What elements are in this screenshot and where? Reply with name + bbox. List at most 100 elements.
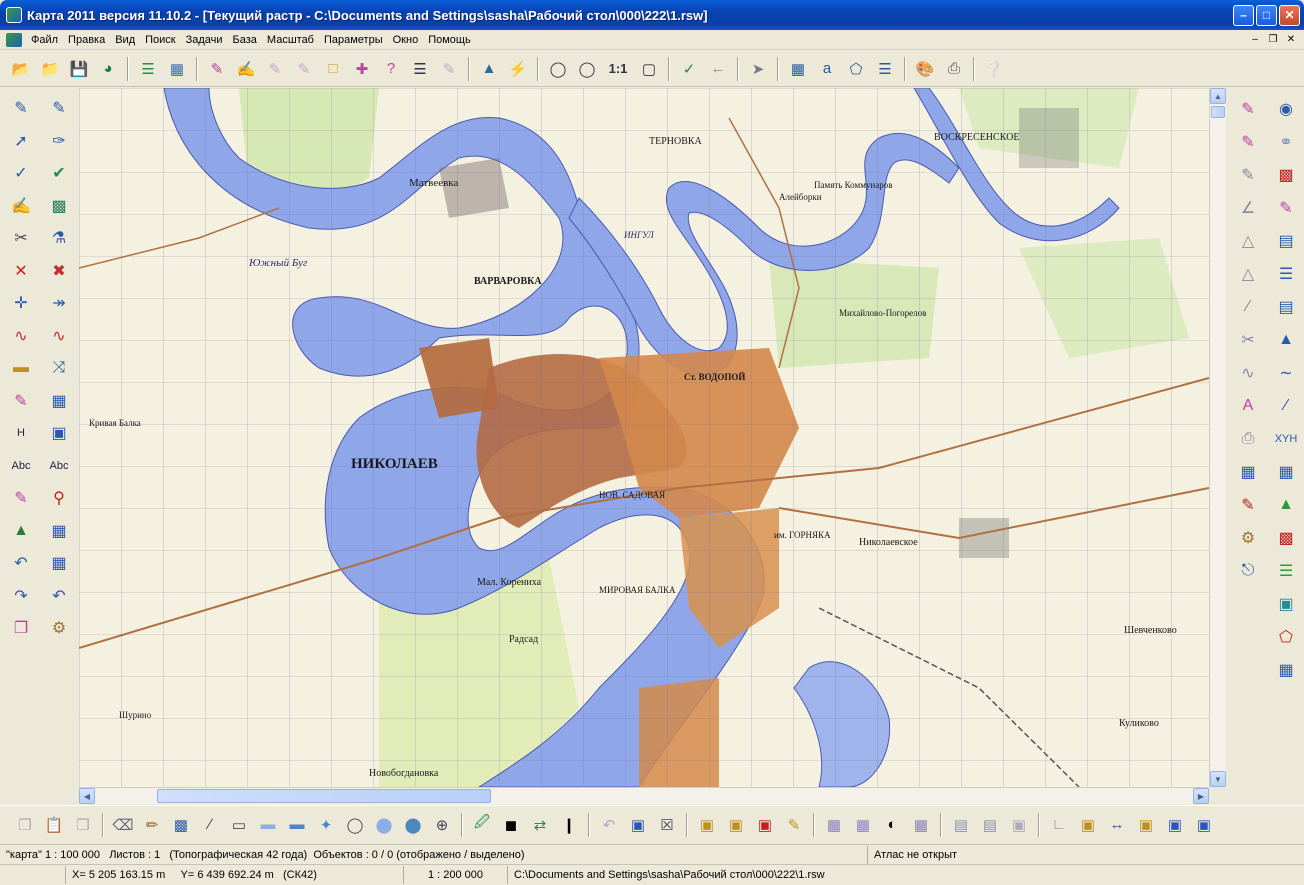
terrain-3d-icon[interactable]: ▲ <box>1267 488 1304 521</box>
select-area-disabled-icon[interactable]: ✎ <box>291 56 317 82</box>
histogram-icon[interactable]: ▤ <box>948 812 974 838</box>
point-select-icon[interactable]: ▣ <box>1075 812 1101 838</box>
point-link-icon[interactable]: ▣ <box>1133 812 1159 838</box>
menu-edit[interactable]: Правка <box>63 31 110 49</box>
add-data-icon[interactable]: 💾 <box>66 56 92 82</box>
photo-map-icon[interactable]: ▣ <box>1267 587 1304 620</box>
raster-split-icon[interactable]: ▦ <box>850 812 876 838</box>
text-abc-button[interactable]: Abc <box>2 450 40 483</box>
layers-icon[interactable]: ☰ <box>135 56 161 82</box>
raster-delete-icon[interactable]: ▣ <box>752 812 778 838</box>
draw-vertex-icon[interactable]: ✓ <box>2 157 40 190</box>
delete-icon[interactable]: ✕ <box>2 255 40 288</box>
text-label-icon[interactable]: a <box>814 56 840 82</box>
height-label-button[interactable]: H <box>2 417 40 450</box>
pencil-icon[interactable]: ✏ <box>139 812 165 838</box>
brush-icon[interactable]: ✍ <box>2 190 40 223</box>
target-icon[interactable]: ⊕ <box>429 812 455 838</box>
triangle-tool-icon[interactable]: △ <box>1229 257 1267 290</box>
line-icon[interactable]: ∕ <box>197 812 223 838</box>
marker-alt-icon[interactable]: ✎ <box>1267 191 1304 224</box>
text-abc-alt-button[interactable]: Abc <box>40 450 78 483</box>
map-canvas[interactable]: НИКОЛАЕВ Матвеевка ВАРВАРОВКА ТЕРНОВКА Ю… <box>79 88 1209 787</box>
menu-search[interactable]: Поиск <box>140 31 180 49</box>
point-grid-icon[interactable]: ▣ <box>1191 812 1217 838</box>
search-add-icon[interactable]: ⚲ <box>40 482 78 515</box>
marker-select-icon[interactable]: ✎ <box>1229 125 1267 158</box>
zoom-in-icon[interactable]: ◯ <box>574 56 600 82</box>
select-text-icon[interactable]: ✍ <box>233 56 259 82</box>
filled-rectangle-icon[interactable]: ▬ <box>255 812 281 838</box>
undo-step-icon[interactable]: ↶ <box>2 547 40 580</box>
vertical-scroll-thumb[interactable] <box>1211 106 1225 118</box>
globe-icon[interactable]: ◕ <box>95 56 121 82</box>
text-style-icon[interactable]: A <box>1229 389 1267 422</box>
table-icon[interactable]: ▦ <box>785 56 811 82</box>
draw-line-icon[interactable]: ✎ <box>2 92 40 125</box>
line-tool-icon[interactable]: ∕ <box>1229 290 1267 323</box>
clipboard-disabled-icon[interactable]: ❐ <box>70 812 96 838</box>
pointer-grid-icon[interactable]: ▦ <box>40 515 78 548</box>
edit-app-icon[interactable]: ✎ <box>1229 488 1267 521</box>
menu-help[interactable]: Помощь <box>423 31 476 49</box>
open-folder-icon[interactable]: 📂 <box>8 56 34 82</box>
scale-1-1-button[interactable]: 1:1 <box>603 56 633 82</box>
color-balance-icon[interactable]: ▦ <box>908 812 934 838</box>
gear-icon[interactable]: ⚙ <box>1229 521 1267 554</box>
network-icon[interactable]: ▲ <box>2 515 40 548</box>
scroll-right-icon[interactable]: ▶ <box>1193 788 1209 804</box>
profile-icon[interactable]: ▤ <box>1267 224 1304 257</box>
document-icon[interactable] <box>6 32 22 47</box>
select-query-icon[interactable]: ? <box>378 56 404 82</box>
back-arrow-icon[interactable]: ← <box>705 56 731 82</box>
point-network-icon[interactable]: ▣ <box>1162 812 1188 838</box>
scroll-left-icon[interactable]: ◀ <box>79 788 95 804</box>
tripod-icon[interactable]: △ <box>1229 224 1267 257</box>
view-icon[interactable]: ◉ <box>1267 92 1304 125</box>
line-width-icon[interactable]: ❙ <box>556 812 582 838</box>
raster-merge-icon[interactable]: ▦ <box>821 812 847 838</box>
eraser-icon[interactable]: ⌫ <box>110 812 136 838</box>
axes-icon[interactable]: ∟ <box>1046 812 1072 838</box>
window-titlebar[interactable]: Карта 2011 версия 11.10.2 - [Текущий рас… <box>0 0 1304 30</box>
draw-check-icon[interactable]: ✔ <box>40 157 78 190</box>
copy-disabled-icon[interactable]: ❐ <box>12 812 38 838</box>
maximize-button[interactable]: □ <box>1256 4 1277 26</box>
zoom-out-icon[interactable]: ◯ <box>545 56 571 82</box>
smooth-curve-icon[interactable]: ∿ <box>40 320 78 353</box>
app-icon[interactable] <box>6 7 22 23</box>
draw-curve-icon[interactable]: ✎ <box>40 92 78 125</box>
chart-up-icon[interactable]: ▲ <box>1267 323 1304 356</box>
filled-circle-icon[interactable]: ⬤ <box>371 812 397 838</box>
color-swatch-icon[interactable]: ◼ <box>498 812 524 838</box>
ruler-icon[interactable]: ▬ <box>2 352 40 385</box>
menu-file[interactable]: Файл <box>26 31 63 49</box>
terrain-icon[interactable]: ▲ <box>476 56 502 82</box>
help-pointer-icon[interactable]: ❔ <box>981 56 1007 82</box>
scissors-icon[interactable]: ✂ <box>1229 323 1267 356</box>
surface-icon[interactable]: ▤ <box>1267 290 1304 323</box>
hatched-box-icon[interactable]: ▩ <box>1267 158 1304 191</box>
select-object-icon[interactable]: ✎ <box>204 56 230 82</box>
histogram-alt-icon[interactable]: ▤ <box>977 812 1003 838</box>
measure-icon[interactable]: ✎ <box>1229 158 1267 191</box>
cursor-icon[interactable]: ➤ <box>745 56 771 82</box>
menu-scale[interactable]: Масштаб <box>262 31 319 49</box>
exit-icon[interactable]: ⎋ <box>1229 554 1267 587</box>
select-disabled-icon[interactable]: ✎ <box>262 56 288 82</box>
grid-select-icon[interactable]: ▦ <box>40 385 78 418</box>
raster-select-icon[interactable]: ▣ <box>694 812 720 838</box>
raster-pick-icon[interactable]: ✎ <box>781 812 807 838</box>
angle-icon[interactable]: ∠ <box>1229 191 1267 224</box>
xyh-button[interactable]: XYH <box>1267 422 1304 455</box>
transform-icon[interactable]: ▣ <box>625 812 651 838</box>
calculator-icon[interactable]: ▦ <box>1267 653 1304 686</box>
menu-view[interactable]: Вид <box>110 31 140 49</box>
close-button[interactable]: ✕ <box>1279 4 1300 26</box>
select-add-icon[interactable]: ✚ <box>349 56 375 82</box>
paste-icon[interactable]: 📋 <box>41 812 67 838</box>
circle-icon[interactable]: ◯ <box>342 812 368 838</box>
relief-icon[interactable]: ▩ <box>1267 521 1304 554</box>
close-box-icon[interactable]: ☒ <box>654 812 680 838</box>
raster-copy-icon[interactable]: ▣ <box>723 812 749 838</box>
